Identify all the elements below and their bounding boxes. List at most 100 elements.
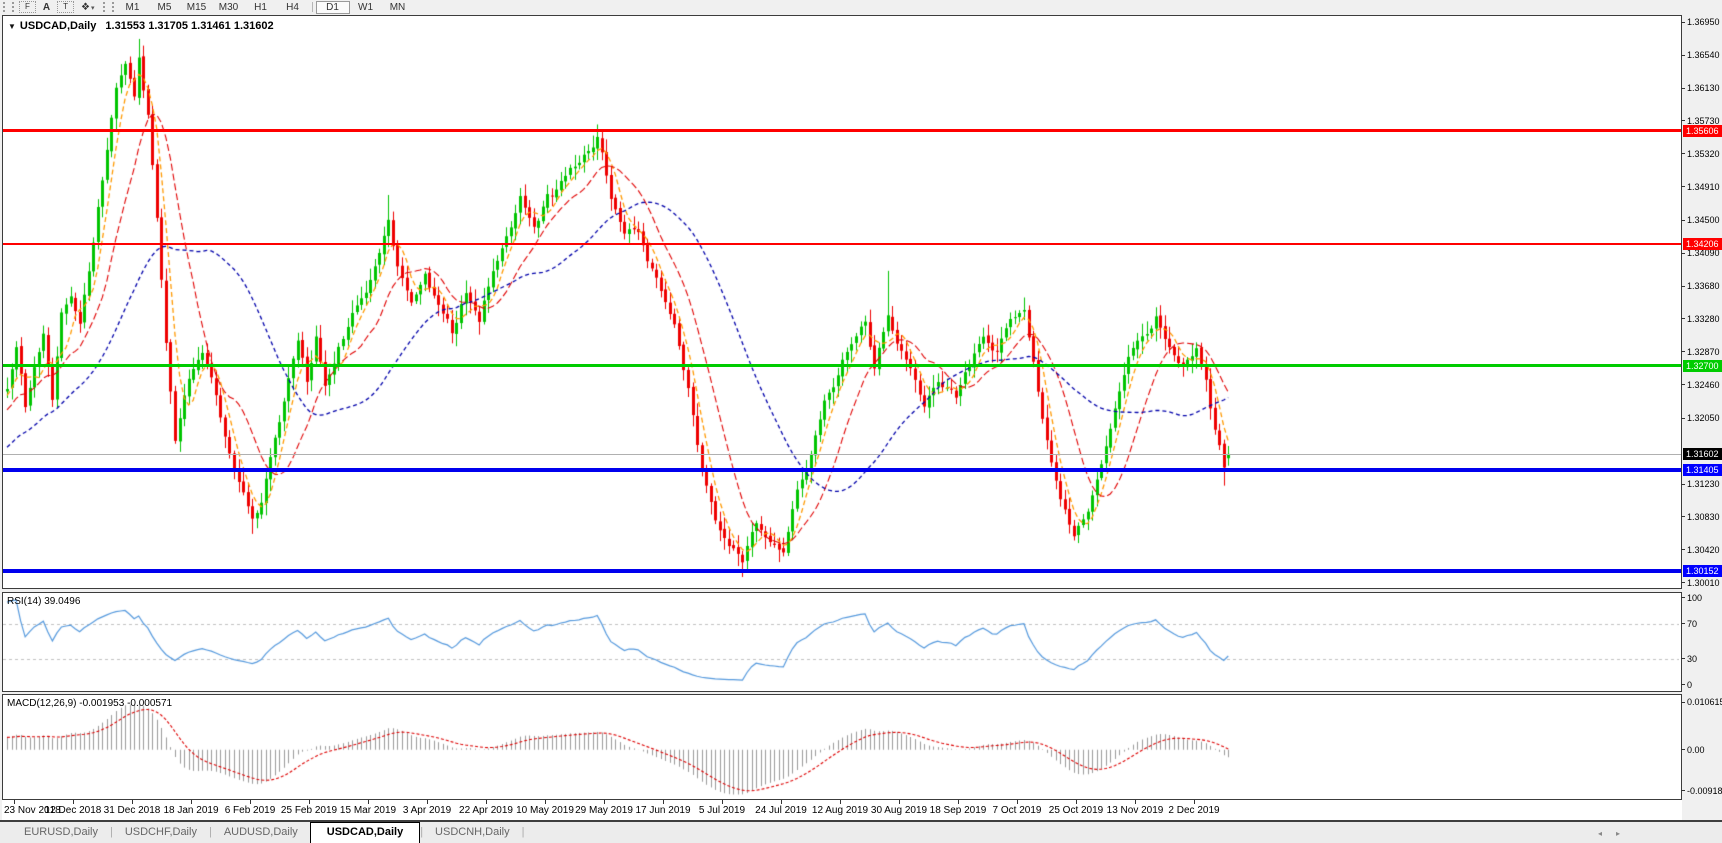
date-tick bbox=[899, 800, 900, 804]
rsi-panel: RSI(14) 39.0496 bbox=[2, 592, 1682, 692]
date-label: 6 Feb 2019 bbox=[224, 805, 276, 816]
price-axis-label: 1.36950 bbox=[1687, 17, 1720, 27]
tab-usdchf-daily[interactable]: USDCHF,Daily bbox=[113, 822, 209, 843]
scroll-right-icon[interactable]: ▸ bbox=[1616, 829, 1620, 838]
price-axis-tick bbox=[1681, 285, 1685, 287]
price-axis-label: 1.30010 bbox=[1687, 577, 1720, 588]
tf-button-h1[interactable]: H1 bbox=[245, 1, 277, 14]
price-axis-label: 1.33680 bbox=[1687, 281, 1720, 292]
price-axis-tick bbox=[1681, 351, 1685, 353]
price-axis-label: 1.36540 bbox=[1687, 50, 1720, 61]
macd-axis-tick bbox=[1681, 701, 1685, 703]
toolbar-grip[interactable] bbox=[3, 2, 14, 12]
price-badge: 1.31602 bbox=[1683, 448, 1722, 461]
price-axis-label: 1.30420 bbox=[1687, 544, 1720, 555]
tf-button-mn[interactable]: MN bbox=[382, 1, 414, 14]
price-axis-tick bbox=[1681, 549, 1685, 551]
tab-audusd-daily[interactable]: AUDUSD,Daily bbox=[212, 822, 310, 843]
date-tick bbox=[840, 800, 841, 804]
tf-button-w1[interactable]: W1 bbox=[350, 1, 382, 14]
price-axis-label: 1.33280 bbox=[1687, 313, 1720, 324]
metatrader-window: F A T ❖▾ M1 M5 M15 M30 H1 H4 D1 W1 MN ▼ USDCAD,Da… bbox=[0, 0, 1722, 843]
date-label: 12 Aug 2019 bbox=[811, 805, 869, 816]
candlestick-canvas[interactable] bbox=[3, 16, 1679, 586]
scroll-left-icon[interactable]: ◂ bbox=[1598, 829, 1602, 838]
rsi-canvas[interactable] bbox=[3, 593, 1679, 689]
date-tick bbox=[486, 800, 487, 804]
tf-button-m30[interactable]: M30 bbox=[213, 1, 245, 14]
toolbar-grip-2[interactable] bbox=[102, 2, 114, 12]
date-tick bbox=[1017, 800, 1018, 804]
price-axis-tick bbox=[1681, 483, 1685, 485]
date-label: 12 Dec 2018 bbox=[44, 805, 102, 816]
date-label: 25 Oct 2019 bbox=[1048, 805, 1104, 816]
date-label: 3 Apr 2019 bbox=[402, 805, 452, 816]
date-tick bbox=[1076, 800, 1077, 804]
date-tick bbox=[250, 800, 251, 804]
macd-canvas[interactable] bbox=[3, 695, 1679, 797]
price-badge: 1.34206 bbox=[1683, 237, 1722, 250]
rsi-axis-label: 0 bbox=[1687, 679, 1693, 690]
arrow-text-tool-icon[interactable]: A bbox=[38, 1, 55, 14]
macd-panel: MACD(12,26,9) -0.001953 -0.000571 bbox=[2, 694, 1682, 800]
tf-button-d1[interactable]: D1 bbox=[315, 0, 350, 14]
date-tick bbox=[1194, 800, 1195, 804]
tf-button-h4[interactable]: H4 bbox=[277, 1, 309, 14]
price-axis-tick bbox=[1681, 384, 1685, 386]
price-axis-tick bbox=[1681, 153, 1685, 155]
date-tick bbox=[14, 800, 15, 804]
price-axis-tick bbox=[1681, 54, 1685, 56]
styles-glyph: ❖ bbox=[81, 1, 90, 13]
price-axis-label: 1.34910 bbox=[1687, 181, 1720, 192]
chart-ohlc-values: 1.31553 1.31705 1.31461 1.31602 bbox=[105, 20, 274, 32]
macd-axis-label: 0.010615 bbox=[1687, 697, 1722, 707]
styles-icon[interactable]: ❖▾ bbox=[76, 1, 99, 14]
date-label: 29 May 2019 bbox=[575, 805, 633, 816]
resistance-line-134206[interactable] bbox=[3, 242, 1681, 245]
timeframe-buttons: M1 M5 M15 M30 H1 H4 D1 W1 MN bbox=[117, 0, 414, 14]
date-tick bbox=[1135, 800, 1136, 804]
date-label: 13 Nov 2019 bbox=[1106, 805, 1164, 816]
macd-axis-tick bbox=[1681, 749, 1685, 751]
date-tick bbox=[722, 800, 723, 804]
tab-eurusd-daily[interactable]: EURUSD,Daily bbox=[12, 822, 110, 843]
date-tick bbox=[604, 800, 605, 804]
date-tick bbox=[191, 800, 192, 804]
price-axis-tick bbox=[1681, 87, 1685, 89]
support-line-130152[interactable] bbox=[3, 569, 1681, 574]
date-label: 10 May 2019 bbox=[516, 805, 574, 816]
date-label: 22 Apr 2019 bbox=[459, 805, 513, 816]
price-axis-label: 1.32050 bbox=[1687, 413, 1720, 424]
date-tick bbox=[427, 800, 428, 804]
tab-separator: | bbox=[521, 826, 525, 838]
rsi-axis-tick bbox=[1681, 658, 1685, 660]
macd-axis-label: -0.00918 bbox=[1687, 785, 1722, 796]
price-badge: 1.30152 bbox=[1683, 565, 1722, 578]
tab-usdcnh-daily[interactable]: USDCNH,Daily bbox=[423, 822, 522, 843]
price-axis-tick bbox=[1681, 186, 1685, 188]
symbol-tabbar: EURUSD,Daily | USDCHF,Daily | AUDUSD,Daily US… bbox=[0, 820, 1722, 843]
tab-usdcad-daily[interactable]: USDCAD,Daily bbox=[309, 822, 421, 843]
chart-dropdown-icon[interactable]: ▼ bbox=[8, 22, 16, 31]
price-axis-tick bbox=[1681, 219, 1685, 221]
data-window-icon[interactable]: F bbox=[19, 1, 36, 13]
price-axis-tick bbox=[1681, 21, 1685, 23]
tf-button-m15[interactable]: M15 bbox=[181, 1, 213, 14]
text-tool-icon[interactable]: T bbox=[57, 1, 75, 13]
tf-button-m5[interactable]: M5 bbox=[149, 1, 181, 14]
price-axis-tick bbox=[1681, 582, 1685, 584]
support-line-131405[interactable] bbox=[3, 468, 1681, 473]
price-axis-tick bbox=[1681, 417, 1685, 419]
rsi-axis-tick bbox=[1681, 597, 1685, 598]
price-badge: 1.32700 bbox=[1683, 359, 1722, 372]
date-tick bbox=[368, 800, 369, 804]
date-tick bbox=[663, 800, 664, 804]
tf-button-m1[interactable]: M1 bbox=[117, 1, 149, 14]
date-label: 31 Dec 2018 bbox=[103, 805, 161, 816]
support-resistance-line-1327[interactable] bbox=[3, 364, 1681, 368]
resistance-line-135606[interactable] bbox=[3, 129, 1681, 133]
price-axis-tick bbox=[1681, 318, 1685, 320]
rsi-axis-label: 30 bbox=[1687, 653, 1698, 664]
rsi-axis-label: 100 bbox=[1687, 592, 1703, 603]
current-price-line-131602 bbox=[3, 453, 1681, 455]
